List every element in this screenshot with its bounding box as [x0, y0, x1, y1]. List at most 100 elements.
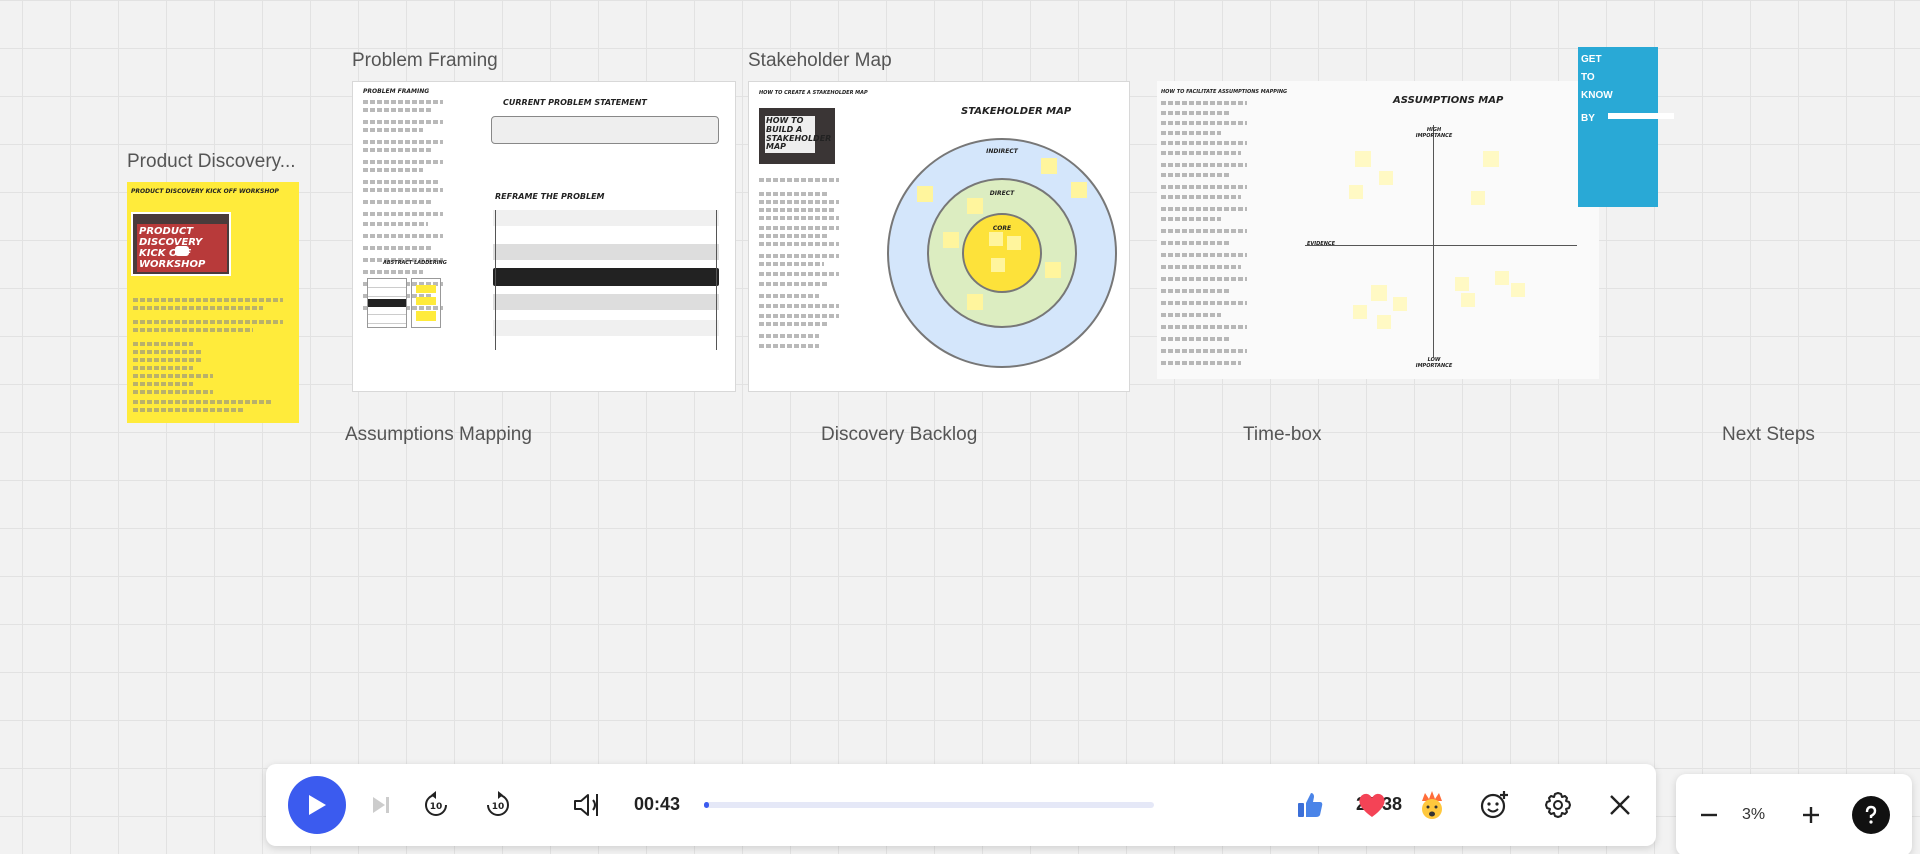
svg-text:10: 10 — [492, 802, 505, 812]
zoom-out-button[interactable] — [1694, 800, 1724, 830]
sticky-note[interactable] — [1379, 171, 1393, 185]
sticky-note[interactable] — [967, 294, 983, 310]
ladder-left-diagram — [367, 278, 407, 328]
frame-title-stakeholder-map[interactable]: Stakeholder Map — [748, 50, 892, 72]
importance-axis — [1433, 125, 1434, 357]
frame-title-next-steps[interactable]: Next Steps — [1722, 424, 1815, 446]
persona-get-to-know-panel[interactable]: GET TO KNOW BY — [1578, 47, 1674, 207]
sticky-note[interactable] — [1007, 236, 1021, 250]
add-reaction-button[interactable] — [1474, 781, 1514, 829]
stakeholder-map-title: STAKEHOLDER MAP — [961, 106, 1072, 117]
close-icon — [1610, 795, 1630, 815]
mind-blown-icon — [1422, 791, 1442, 819]
add-reaction-icon — [1480, 791, 1508, 819]
settings-button[interactable] — [1538, 781, 1578, 829]
get-to-know-label: GET TO KNOW — [1581, 54, 1613, 101]
frame-assumptions-map[interactable]: HOW TO FACILITATE ASSUMPTIONS MAPPING AS… — [1157, 81, 1599, 379]
volume-button[interactable] — [568, 781, 608, 829]
sticky-note[interactable] — [917, 186, 933, 202]
playback-bar: 10 10 00:43 21:38 — [266, 764, 1656, 846]
frame-title-product-discovery[interactable]: Product Discovery... — [127, 151, 296, 173]
workshop-video-thumbnail[interactable]: PRODUCT DISCOVERY KICK OFF WORKSHOP — [131, 212, 231, 276]
frame-stakeholder-map[interactable]: HOW TO CREATE A STAKEHOLDER MAP HOW TO B… — [748, 81, 1130, 392]
sticky-note[interactable] — [1071, 182, 1087, 198]
close-button[interactable] — [1600, 781, 1640, 829]
high-importance-label: HIGH IMPORTANCE — [1415, 127, 1453, 139]
ring-direct-label: DIRECT — [989, 190, 1015, 197]
zoom-in-button[interactable] — [1796, 800, 1826, 830]
assumptions-map-title: ASSUMPTIONS MAP — [1393, 95, 1504, 106]
sticky-note[interactable] — [1377, 315, 1391, 329]
frame-problem-framing[interactable]: PROBLEM FRAMING ABSTRACT LADDERING CURRE… — [352, 81, 736, 392]
reframe-problem-label: REFRAME THE PROBLEM — [495, 192, 605, 201]
plus-icon — [1803, 807, 1819, 823]
heart-icon — [1359, 793, 1385, 817]
svg-text:10: 10 — [430, 802, 443, 812]
current-problem-input[interactable] — [491, 116, 719, 144]
stakeholder-howto-heading: HOW TO CREATE A STAKEHOLDER MAP — [759, 90, 868, 96]
sticky-note[interactable] — [1483, 151, 1499, 167]
thumbs-up-reaction-button[interactable] — [1286, 781, 1334, 829]
frame-product-discovery[interactable]: PRODUCT DISCOVERY KICK OFF WORKSHOP PROD… — [127, 182, 299, 423]
stakeholder-video-thumbnail[interactable]: HOW TO BUILD A STAKEHOLDER MAP — [759, 108, 835, 164]
rewind-10-icon: 10 — [425, 791, 447, 816]
frame-title-discovery-backlog[interactable]: Discovery Backlog — [821, 424, 977, 446]
frame-title-problem-framing[interactable]: Problem Framing — [352, 50, 498, 72]
sticky-note[interactable] — [943, 232, 959, 248]
sticky-note[interactable] — [1349, 185, 1363, 199]
sticky-note[interactable] — [1371, 285, 1387, 301]
forward-10-icon: 10 — [487, 791, 509, 816]
sticky-note[interactable] — [1355, 151, 1371, 167]
play-icon — [309, 795, 326, 815]
play-button[interactable] — [288, 776, 346, 834]
low-importance-label: LOW IMPORTANCE — [1415, 357, 1453, 369]
sticky-note[interactable] — [1461, 293, 1475, 307]
minus-icon — [1701, 813, 1717, 817]
skip-to-end-button[interactable] — [366, 781, 396, 829]
sticky-note[interactable] — [967, 198, 983, 214]
sticky-note[interactable] — [1353, 305, 1367, 319]
zoom-level[interactable]: 3% — [1742, 806, 1765, 824]
zoom-controls: 3% — [1676, 774, 1912, 854]
volume-icon — [574, 794, 598, 816]
gear-icon — [1545, 792, 1571, 818]
ring-indirect-label: INDIRECT — [986, 148, 1018, 155]
current-problem-label: CURRENT PROBLEM STATEMENT — [503, 98, 647, 107]
sticky-note[interactable] — [989, 232, 1003, 246]
sticky-note[interactable] — [1045, 262, 1061, 278]
evidence-axis — [1305, 245, 1577, 246]
evidence-label: EVIDENCE — [1307, 241, 1335, 247]
sticky-note[interactable] — [1495, 271, 1509, 285]
stakeholder-video-title: HOW TO BUILD A STAKEHOLDER MAP — [765, 116, 832, 154]
frame-persona-map[interactable]: GET TO KNOW BY — [1578, 47, 1902, 316]
skip-end-icon — [373, 797, 389, 813]
ring-core[interactable]: CORE — [962, 213, 1042, 293]
sticky-note[interactable] — [1511, 283, 1525, 297]
by-label: BY — [1581, 113, 1595, 124]
sticky-note[interactable] — [1471, 191, 1485, 205]
video-play-icon — [175, 246, 189, 256]
rewind-button[interactable]: 10 — [416, 781, 456, 829]
sticky-note[interactable] — [1393, 297, 1407, 311]
sticky-note[interactable] — [991, 258, 1005, 272]
heart-reaction-button[interactable] — [1352, 781, 1392, 829]
ring-core-label: CORE — [992, 225, 1012, 232]
sticky-note[interactable] — [1455, 277, 1469, 291]
ladder-right-diagram — [411, 278, 441, 328]
sticky-note[interactable] — [1041, 158, 1057, 174]
elapsed-time: 00:43 — [634, 794, 681, 814]
problem-framing-heading: PROBLEM FRAMING — [363, 88, 430, 95]
progress-fill — [704, 802, 710, 808]
mind-blown-reaction-button[interactable] — [1412, 781, 1452, 829]
product-discovery-heading: PRODUCT DISCOVERY KICK OFF WORKSHOP — [131, 188, 279, 195]
abstract-laddering-label: ABSTRACT LADDERING — [383, 260, 447, 266]
frame-title-assumptions-mapping[interactable]: Assumptions Mapping — [345, 424, 532, 446]
help-icon — [1865, 805, 1877, 824]
progress-track[interactable] — [704, 802, 1154, 808]
thumbs-up-icon — [1298, 793, 1323, 817]
assumptions-howto-heading: HOW TO FACILITATE ASSUMPTIONS MAPPING — [1161, 89, 1288, 95]
forward-button[interactable]: 10 — [478, 781, 518, 829]
help-button[interactable] — [1852, 796, 1890, 834]
frame-title-time-box[interactable]: Time-box — [1243, 424, 1321, 446]
reframe-ladder[interactable] — [493, 210, 719, 350]
